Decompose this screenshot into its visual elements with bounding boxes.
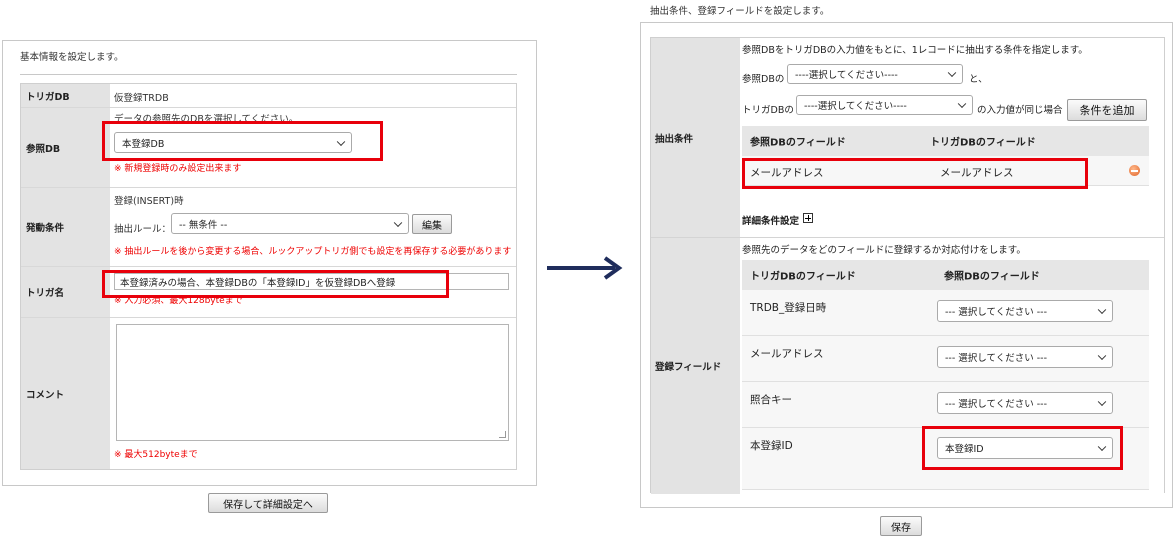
col-trig-field: トリガDBのフィールド: [930, 137, 1036, 149]
chevron-down-icon: [393, 218, 403, 227]
chevron-down-icon: [1097, 305, 1107, 315]
detail-condition-label: 詳細条件設定: [742, 216, 800, 227]
register-ref-select[interactable]: --- 選択してください ---: [937, 392, 1113, 414]
trigger-db-label: トリガDB: [21, 84, 110, 107]
trigger-name-row: トリガ名 本登録済みの場合、本登録DBの「本登録ID」を仮登録DBへ登録 ※ 入…: [21, 266, 516, 317]
register-trig-field: TRDB_登録日時: [750, 302, 827, 314]
chevron-down-icon: [947, 68, 957, 78]
comment-note: ※ 最大512byteまで: [114, 450, 198, 460]
edit-rule-button[interactable]: 編集: [412, 214, 452, 234]
trigger-condition-label: 発動条件: [21, 188, 110, 266]
register-ref-select-value: --- 選択してください ---: [945, 353, 1048, 364]
save-button[interactable]: 保存: [880, 516, 922, 536]
register-field-cell: 参照先のデータをどのフィールドに登録するか対応付けをします。 トリガDBのフィー…: [740, 238, 1164, 494]
trig-db-prefix: トリガDBの: [742, 105, 794, 116]
trigger-condition-row: 発動条件 登録(INSERT)時 抽出ルール： -- 無条件 -- 編集 ※ 抽…: [21, 187, 516, 266]
plus-box-icon[interactable]: [803, 213, 813, 223]
col-trig-field: トリガDBのフィールド: [750, 271, 856, 283]
register-trig-field: 照合キー: [750, 394, 792, 406]
highlight-box: [102, 270, 449, 298]
extract-condition-label: 抽出条件: [651, 38, 740, 237]
add-condition-button[interactable]: 条件を追加: [1067, 99, 1147, 121]
rule-select[interactable]: -- 無条件 --: [171, 213, 409, 234]
basic-settings-intro: 基本情報を設定します。: [20, 52, 124, 63]
ref-field-select[interactable]: ----選択してください----: [787, 64, 963, 84]
register-ref-select-value: --- 選択してください ---: [945, 399, 1048, 410]
right-arrow-icon: [547, 256, 623, 280]
register-help: 参照先のデータをどのフィールドに登録するか対応付けをします。: [742, 245, 1026, 256]
trigger-event: 登録(INSERT)時: [114, 196, 184, 207]
condition-note: ※ 抽出ルールを後から変更する場合、ルックアップトリガ側でも設定を再保存する必要…: [114, 247, 512, 257]
highlight-box: [102, 121, 383, 161]
chevron-down-icon: [1097, 397, 1107, 407]
comment-label: コメント: [21, 318, 110, 469]
register-row: メールアドレス --- 選択してください ---: [742, 336, 1149, 382]
ref-db-row: 参照DB データの参照先のDBを選択してください。 本登録DB ※ 新規登録時の…: [21, 107, 516, 187]
extract-help: 参照DBをトリガDBの入力値をもとに、1レコードに抽出する条件を指定します。: [742, 45, 1088, 56]
condition-table-header: 参照DBのフィールド トリガDBのフィールド: [742, 126, 1149, 156]
trig-field-select[interactable]: ----選択してください----: [796, 95, 973, 115]
register-row: TRDB_登録日時 --- 選択してください ---: [742, 290, 1149, 336]
ref-db-label: 参照DB: [21, 108, 110, 187]
ref-db-note: ※ 新規登録時のみ設定出来ます: [114, 164, 242, 174]
divider: [20, 74, 517, 75]
detail-settings-intro: 抽出条件、登録フィールドを設定します。: [650, 6, 830, 17]
register-trig-field: 本登録ID: [750, 440, 793, 452]
basic-settings-panel: 基本情報を設定します。 トリガDB 仮登録TRDB 参照DB データの参照先のD…: [2, 40, 537, 486]
rule-select-value: -- 無条件 --: [179, 219, 228, 231]
register-row: 照合キー --- 選択してください ---: [742, 382, 1149, 428]
rule-label: 抽出ルール：: [114, 224, 172, 235]
resize-grip-icon[interactable]: [499, 431, 506, 438]
col-ref-field: 参照DBのフィールド: [944, 271, 1040, 283]
ref-db-suffix: と、: [969, 74, 988, 85]
register-ref-select[interactable]: --- 選択してください ---: [937, 300, 1113, 322]
register-trig-field: メールアドレス: [750, 348, 824, 360]
chevron-down-icon: [957, 99, 967, 109]
register-ref-select[interactable]: --- 選択してください ---: [937, 346, 1113, 368]
trig-field-select-value: ----選択してください----: [804, 101, 907, 112]
highlight-box: [742, 158, 1088, 189]
chevron-down-icon: [1097, 351, 1107, 361]
detail-settings-panel: 抽出条件 参照DBをトリガDBの入力値をもとに、1レコードに抽出する条件を指定し…: [640, 22, 1173, 508]
highlight-box: [922, 426, 1123, 470]
register-field-label: 登録フィールド: [651, 238, 740, 494]
register-ref-select-value: --- 選択してください ---: [945, 307, 1048, 318]
comment-textarea[interactable]: [116, 324, 509, 441]
minus-circle-icon[interactable]: [1129, 165, 1140, 176]
extract-condition-cell: 参照DBをトリガDBの入力値をもとに、1レコードに抽出する条件を指定します。 参…: [740, 38, 1164, 237]
comment-row: コメント ※ 最大512byteまで: [21, 317, 516, 469]
save-and-detail-button[interactable]: 保存して詳細設定へ: [208, 493, 328, 513]
basic-settings-table: トリガDB 仮登録TRDB 参照DB データの参照先のDBを選択してください。 …: [20, 83, 517, 470]
trigger-db-row: トリガDB 仮登録TRDB: [21, 84, 516, 107]
trigger-db-value: 仮登録TRDB: [114, 93, 169, 104]
col-ref-field: 参照DBのフィールド: [750, 137, 846, 149]
detail-settings-table: 抽出条件 参照DBをトリガDBの入力値をもとに、1レコードに抽出する条件を指定し…: [650, 37, 1165, 494]
ref-db-prefix: 参照DBの: [742, 74, 785, 85]
trigger-name-label: トリガ名: [21, 267, 110, 317]
ref-field-select-value: ----選択してください----: [795, 70, 898, 81]
register-table-header: トリガDBのフィールド 参照DBのフィールド: [742, 260, 1149, 290]
trig-db-suffix: の入力値が同じ場合: [977, 105, 1063, 116]
